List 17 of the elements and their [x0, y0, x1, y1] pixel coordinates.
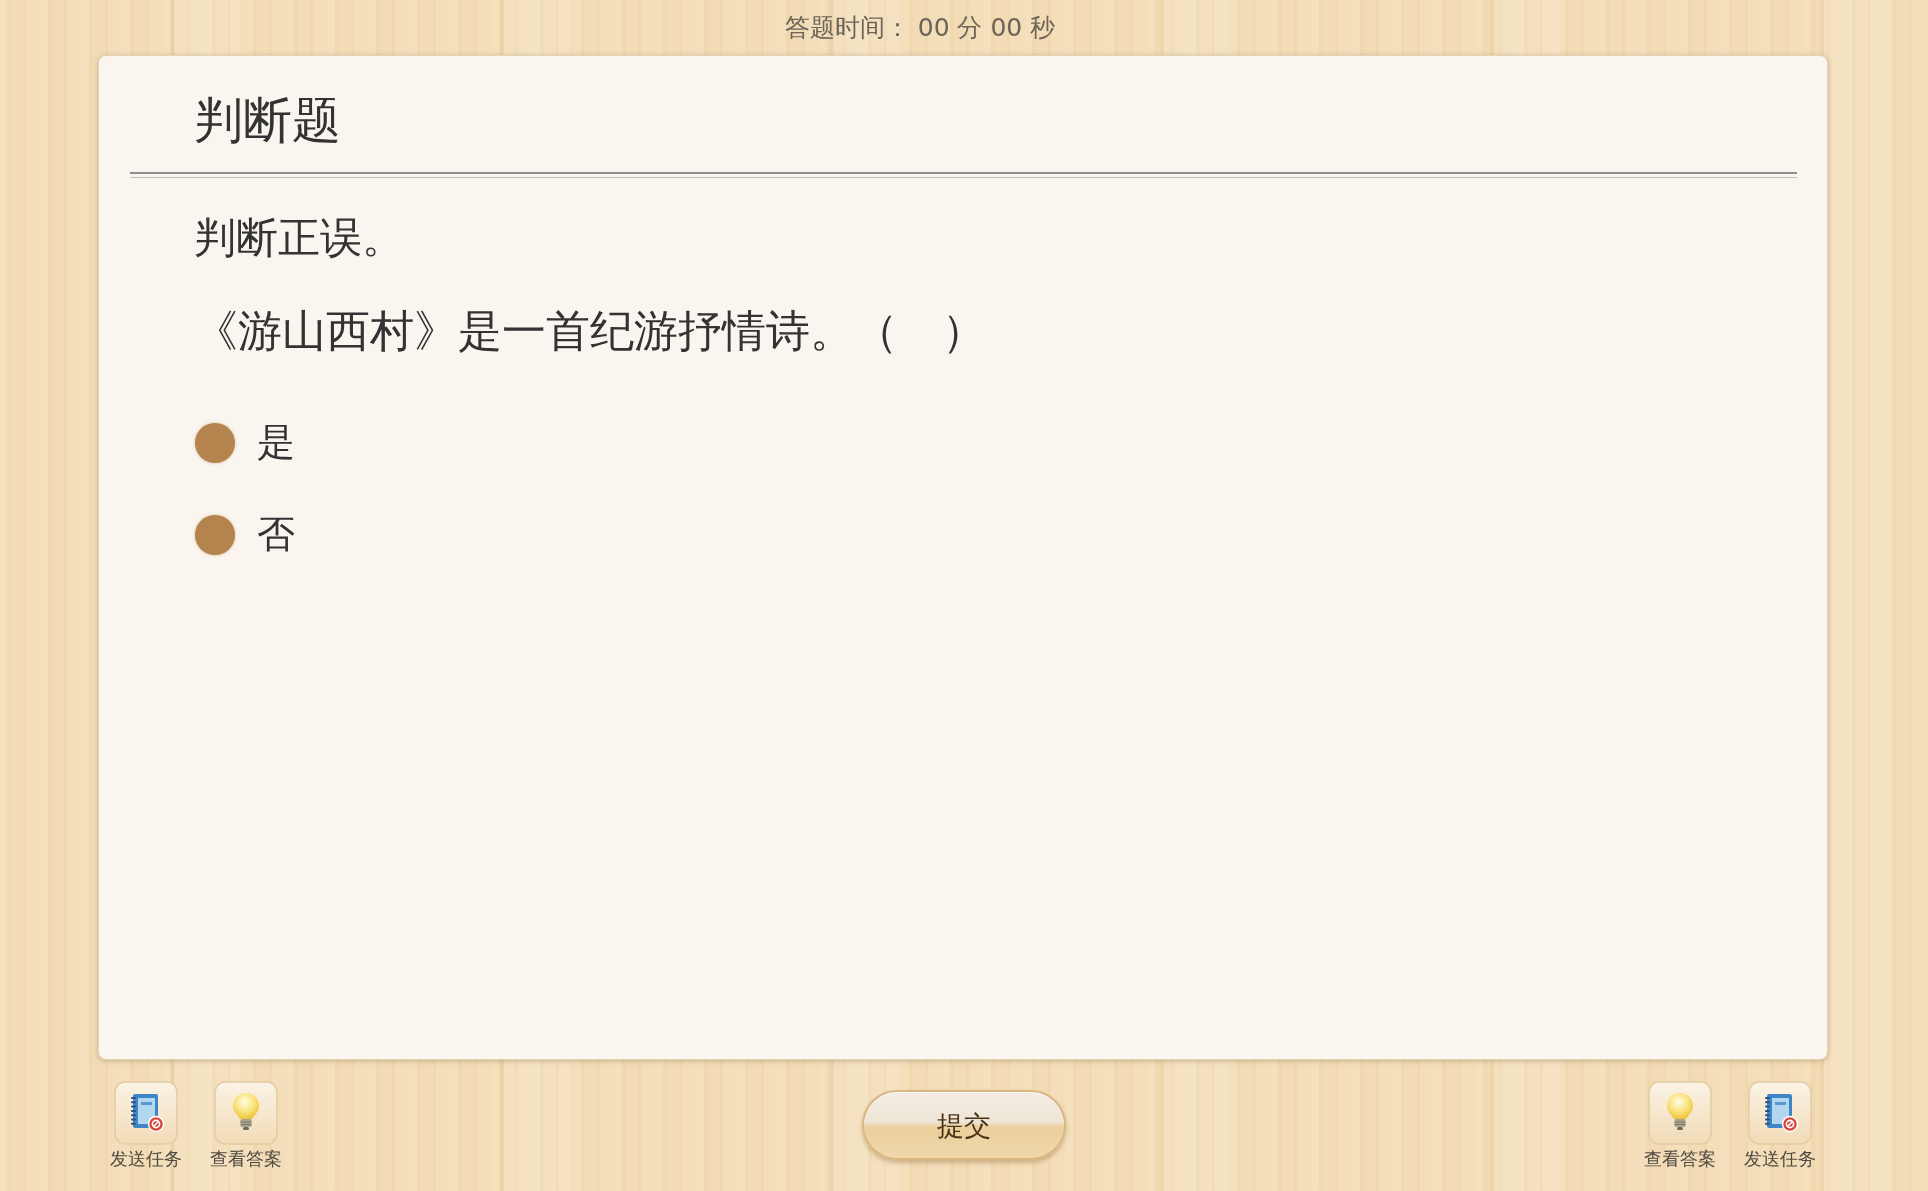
notebook-icon: [1748, 1081, 1812, 1145]
send-task-button[interactable]: 发送任务: [1740, 1081, 1820, 1170]
lightbulb-icon: [214, 1081, 278, 1145]
notebook-icon: [114, 1081, 178, 1145]
option-label[interactable]: 是: [257, 420, 295, 466]
lightbulb-icon: [1648, 1081, 1712, 1145]
question-type-title: 判断题: [194, 92, 341, 150]
view-answer-button[interactable]: 查看答案: [1640, 1081, 1720, 1170]
radio-button[interactable]: [195, 423, 235, 463]
send-task-button[interactable]: 发送任务: [106, 1081, 186, 1170]
timer-text: 答题时间： 00 分 00 秒: [784, 12, 1056, 43]
radio-button[interactable]: [195, 515, 235, 555]
question-text: 《游山西村》是一首纪游抒情诗。（ ）: [194, 304, 986, 358]
option-label[interactable]: 否: [257, 512, 295, 558]
instruction-text: 判断正误。: [194, 212, 404, 264]
submit-button[interactable]: 提交: [862, 1090, 1066, 1160]
view-answer-button[interactable]: 查看答案: [206, 1081, 286, 1170]
